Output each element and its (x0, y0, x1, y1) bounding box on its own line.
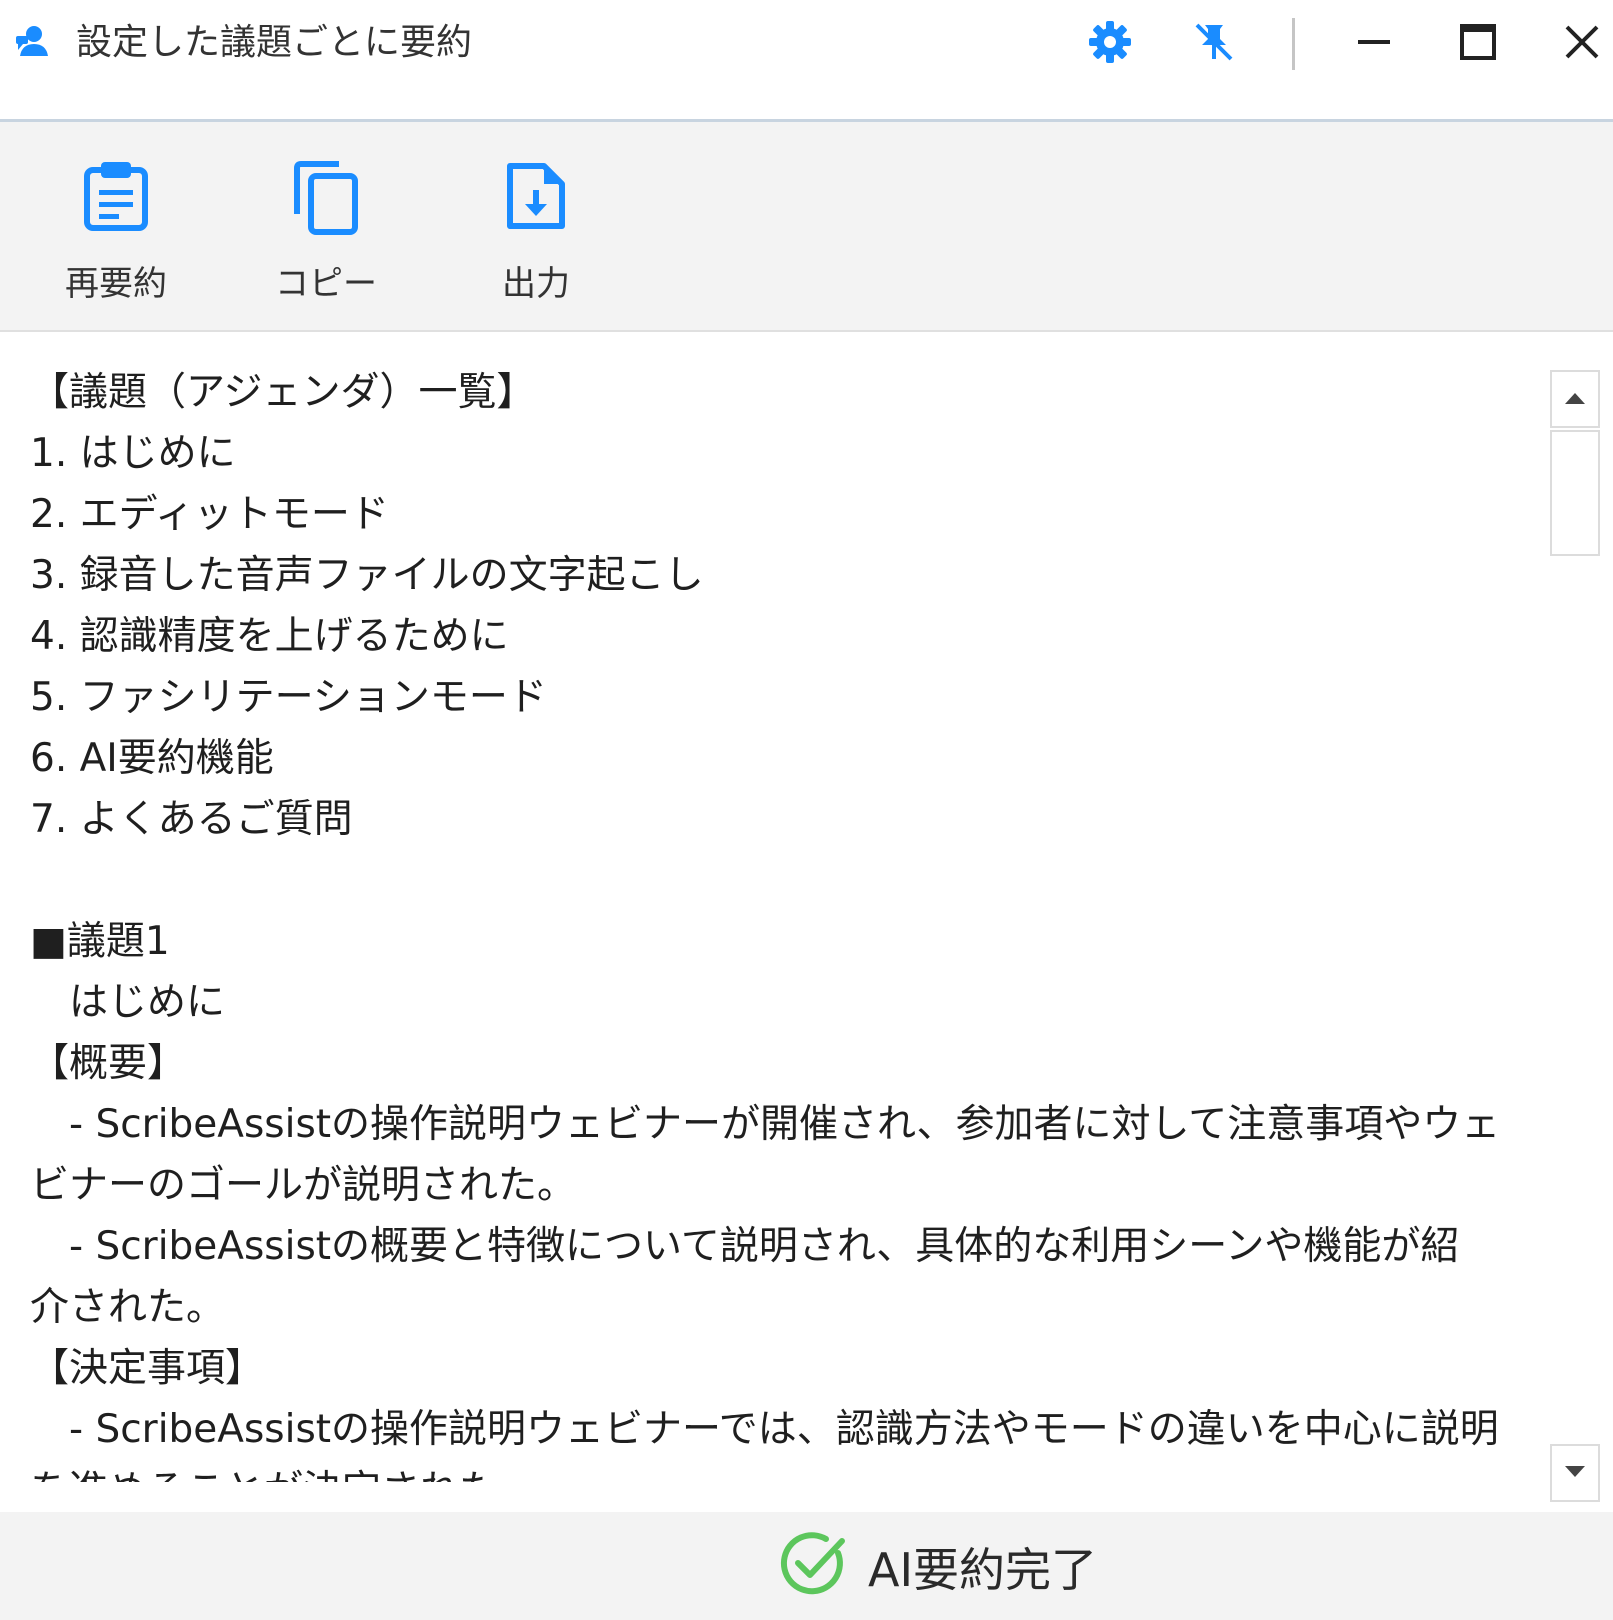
summary-line: 3. 録音した音声ファイルの文字起こし (30, 553, 704, 598)
export-label: 出力 (502, 264, 570, 304)
summary-line: - ScribeAssistの操作説明ウェビナーが開催され、参加者に対して注意事… (30, 1102, 1501, 1147)
copy-button[interactable]: コピー (246, 152, 406, 304)
export-button[interactable]: 出力 (456, 152, 616, 304)
arrow-down-icon (1564, 1464, 1586, 1483)
vertical-scrollbar[interactable] (1550, 370, 1600, 1502)
minimize-button[interactable] (1344, 14, 1404, 74)
summary-line: 7. よくあるご質問 (30, 797, 353, 842)
status-text: AI要約完了 (868, 1543, 1098, 1597)
settings-button[interactable] (1080, 14, 1140, 74)
status-bar: AI要約完了 (0, 1512, 1613, 1620)
summary-line: を進めることが決定された。 (30, 1460, 1520, 1482)
summary-line: はじめに (30, 980, 226, 1025)
status-indicator: AI要約完了 (780, 1532, 1097, 1602)
maximize-icon (1458, 22, 1498, 66)
summary-line: ■議題1 (30, 919, 170, 964)
summary-line: - ScribeAssistの操作説明ウェビナーでは、認識方法やモードの違いを中… (30, 1407, 1499, 1452)
maximize-button[interactable] (1448, 14, 1508, 74)
summary-line (30, 850, 1520, 911)
unpin-icon (1191, 19, 1237, 69)
titlebar-separator (1292, 18, 1295, 70)
summary-line: 【決定事項】 (30, 1346, 265, 1391)
close-icon (1562, 22, 1602, 66)
gear-icon (1087, 19, 1133, 69)
resummarize-button[interactable]: 再要約 (36, 152, 196, 304)
check-circle-icon (780, 1531, 848, 1603)
scroll-up-button[interactable] (1550, 370, 1600, 428)
summary-line: 1. はじめに (30, 431, 236, 476)
title-bar: 設定した議題ごとに要約 (0, 0, 1613, 122)
minimize-icon (1354, 22, 1394, 66)
copy-label: コピー (275, 264, 377, 304)
summary-line: 介された。 (30, 1285, 226, 1330)
summary-text-area[interactable]: 【議題（アジェンダ）一覧】 1. はじめに 2. エディットモード 3. 録音した音声… (30, 362, 1520, 1482)
summary-line: 【概要】 (30, 1041, 187, 1086)
close-button[interactable] (1552, 14, 1612, 74)
window-title: 設定した議題ごとに要約 (76, 22, 473, 63)
summary-line: - ScribeAssistの概要と特徴について説明され、具体的な利用シーンや機… (30, 1224, 1460, 1269)
summary-content: 【議題（アジェンダ）一覧】 1. はじめに 2. エディットモード 3. 録音した音声… (0, 332, 1613, 1512)
summary-line: 4. 認識精度を上げるために (30, 614, 509, 659)
scroll-thumb[interactable] (1550, 430, 1600, 556)
summary-line: 6. AI要約機能 (30, 736, 274, 781)
scroll-down-button[interactable] (1550, 1444, 1600, 1502)
summary-line: 【議題（アジェンダ）一覧】 (30, 370, 536, 415)
summary-line: 2. エディットモード (30, 492, 389, 537)
summary-line: 5. ファシリテーションモード (30, 675, 547, 720)
resummarize-label: 再要約 (65, 264, 167, 304)
app-logo-icon (14, 22, 52, 62)
action-toolbar: 再要約 コピー 出力 (0, 122, 1613, 332)
arrow-up-icon (1564, 390, 1586, 409)
summary-window: 設定した議題ごとに要約 再要約 コピー 出力 【議題（アジェンダ）一覧】 1. … (0, 0, 1613, 1620)
summary-line: ビナーのゴールが説明された。 (30, 1163, 577, 1208)
pin-button[interactable] (1184, 14, 1244, 74)
